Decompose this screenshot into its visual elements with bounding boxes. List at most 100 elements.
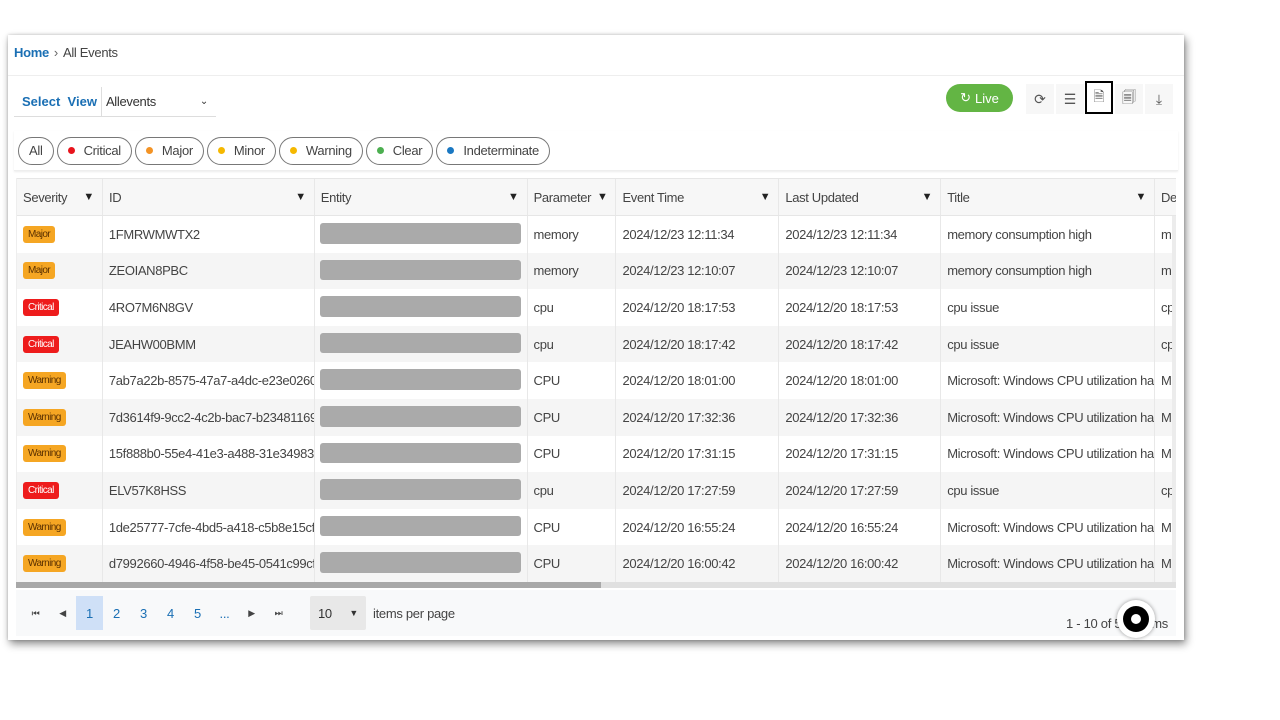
cell-entity bbox=[315, 398, 528, 436]
filter-icon[interactable]: ▼ bbox=[760, 191, 771, 203]
table-row[interactable]: Major ZEOIAN8PBC memory 2024/12/23 12:10:07… bbox=[17, 252, 1176, 290]
cell-severity: Warning bbox=[17, 508, 103, 546]
view-dropdown[interactable]: Allevents ⌄ bbox=[100, 86, 216, 117]
cell-parameter: cpu bbox=[528, 289, 617, 326]
pagination-summary: 1 - 10 of 5 ms bbox=[1066, 600, 1168, 642]
divider bbox=[8, 75, 1184, 76]
cell-text: M bbox=[1161, 556, 1172, 572]
list-icon[interactable]: ☰ bbox=[1056, 84, 1084, 114]
cell-text: cpu issue bbox=[947, 482, 999, 498]
filter-icon[interactable]: ▼ bbox=[83, 191, 94, 203]
cell-severity: Warning bbox=[17, 398, 103, 436]
horizontal-scrollbar[interactable] bbox=[16, 582, 1176, 588]
cell-text: ZEOIAN8PBC bbox=[108, 263, 188, 279]
page-3[interactable]: 3 bbox=[130, 596, 157, 630]
filter-chip-major[interactable]: Major bbox=[134, 136, 204, 165]
table-row[interactable]: Major 1FMRWMWTX2 memory 2024/12/23 12:11:34… bbox=[17, 216, 1176, 253]
cell-id: 1de25777-7cfe-4bd5-a418-c5b8e15cf... bbox=[103, 508, 315, 546]
column-header-last-updated[interactable]: Last Updated ▼ bbox=[779, 179, 942, 215]
redacted-entity bbox=[319, 332, 521, 354]
column-header-event-time[interactable]: Event Time ▼ bbox=[616, 179, 780, 215]
cell-text: memory consumption high bbox=[947, 263, 1092, 279]
filter-icon[interactable]: ▼ bbox=[508, 191, 519, 203]
caret-down-icon: ▼ bbox=[349, 608, 358, 618]
page-1[interactable]: 1 bbox=[76, 596, 103, 630]
cell-id: ELV57K8HSS bbox=[103, 472, 315, 509]
redacted-entity bbox=[319, 479, 521, 500]
filter-chip-warning[interactable]: Warning bbox=[278, 136, 363, 165]
filter-icon[interactable]: ▼ bbox=[922, 191, 933, 203]
table-row[interactable]: Critical ELV57K8HSS cpu 2024/12/20 17:27:59… bbox=[17, 472, 1176, 509]
column-header-title[interactable]: Title ▼ bbox=[941, 179, 1156, 215]
filter-chip-all[interactable]: All bbox=[18, 136, 54, 165]
table-row[interactable]: Warning 15f888b0-55e4-41e3-a488-31e34983.… bbox=[17, 435, 1176, 473]
live-button[interactable]: ↻ Live bbox=[946, 84, 1013, 112]
table-row[interactable]: Warning d7992660-4946-4f58-be45-0541c99cf… bbox=[17, 545, 1176, 582]
cell-entity bbox=[315, 289, 528, 326]
export-file-icon[interactable]: 🗎 bbox=[1085, 81, 1113, 114]
brand-logo-icon bbox=[1117, 600, 1156, 638]
table-row[interactable]: Critical JEAHW00BMM cpu 2024/12/20 18:17:42… bbox=[17, 325, 1176, 363]
cell-text: 2024/12/20 17:32:36 bbox=[785, 409, 898, 425]
filter-icon[interactable]: ▼ bbox=[295, 191, 306, 203]
cell-severity: Critical bbox=[17, 289, 103, 326]
severity-badge: Warning bbox=[23, 408, 66, 426]
pagination: ⏮ ◀ 1 2 3 4 5... ▶ ⏭ 10 ▼ items per page 1 - … bbox=[16, 590, 1176, 638]
column-header-de[interactable]: De bbox=[1155, 179, 1176, 215]
filter-chip-label: All bbox=[29, 143, 43, 158]
cell-entity bbox=[315, 325, 528, 363]
cell-entity bbox=[315, 508, 528, 546]
last-page-icon[interactable]: ⏭ bbox=[265, 596, 292, 630]
cell-id: 7ab7a22b-8575-47a7-a4dc-e23e0260... bbox=[103, 362, 315, 399]
column-header-entity[interactable]: Entity ▼ bbox=[315, 179, 528, 215]
cell-text: Microsoft: Windows CPU utilization ha... bbox=[947, 556, 1155, 572]
cell-entity bbox=[315, 545, 528, 582]
table-row[interactable]: Warning 7d3614f9-9cc2-4c2b-bac7-b23481169… bbox=[17, 398, 1176, 436]
page-more[interactable]: ... bbox=[211, 596, 238, 630]
column-header-id[interactable]: ID ▼ bbox=[103, 179, 315, 215]
column-header-parameter[interactable]: Parameter ▼ bbox=[528, 179, 617, 215]
filter-chip-minor[interactable]: Minor bbox=[206, 136, 276, 165]
first-page-icon[interactable]: ⏮ bbox=[22, 596, 49, 630]
filter-icon[interactable]: ▼ bbox=[597, 191, 608, 203]
column-header-severity[interactable]: Severity ▼ bbox=[17, 179, 103, 215]
scrollbar-thumb[interactable] bbox=[16, 582, 601, 588]
filter-chip-indeterminate[interactable]: Indeterminate bbox=[436, 136, 550, 165]
page-4[interactable]: 4 bbox=[157, 596, 184, 630]
cell-event_time: 2024/12/20 17:31:15 bbox=[616, 435, 780, 473]
table-row[interactable]: Critical 4RO7M6N8GV cpu 2024/12/20 18:17:53… bbox=[17, 289, 1176, 326]
next-page-icon[interactable]: ▶ bbox=[238, 596, 265, 630]
table-row[interactable]: Warning 1de25777-7cfe-4bd5-a418-c5b8e15cf… bbox=[17, 508, 1176, 546]
breadcrumb-home-link[interactable]: Home bbox=[14, 45, 49, 60]
cell-severity: Warning bbox=[17, 545, 103, 582]
live-label: Live bbox=[975, 90, 999, 106]
filter-chip-clear[interactable]: Clear bbox=[365, 136, 434, 165]
filter-chip-critical[interactable]: Critical bbox=[56, 136, 132, 165]
page-size-select[interactable]: 10 ▼ bbox=[310, 596, 366, 630]
cell-entity bbox=[315, 252, 528, 290]
severity-dot-icon bbox=[447, 147, 455, 154]
vertical-scrollbar[interactable] bbox=[1172, 216, 1176, 582]
cell-text: 2024/12/20 18:17:42 bbox=[622, 336, 736, 352]
view-dropdown-value: Allevents bbox=[105, 94, 156, 109]
page-2[interactable]: 2 bbox=[103, 596, 130, 630]
table-row[interactable]: Warning 7ab7a22b-8575-47a7-a4dc-e23e0260.… bbox=[17, 362, 1176, 399]
page-size-value: 10 bbox=[318, 605, 332, 621]
breadcrumb-current: All Events bbox=[62, 45, 118, 60]
cell-severity: Warning bbox=[17, 362, 103, 399]
severity-badge: Major bbox=[23, 262, 56, 280]
cell-event_time: 2024/12/20 17:27:59 bbox=[616, 472, 780, 509]
page-5[interactable]: 5 bbox=[184, 596, 211, 630]
filter-icon[interactable]: ▼ bbox=[1135, 191, 1146, 203]
cell-text: memory consumption high bbox=[947, 226, 1092, 242]
prev-page-icon[interactable]: ◀ bbox=[49, 596, 76, 630]
cell-text: 15f888b0-55e4-41e3-a488-31e34983... bbox=[108, 446, 315, 462]
refresh-icon[interactable]: ⟳ bbox=[1026, 84, 1054, 114]
cell-text: cpu bbox=[533, 482, 554, 498]
cell-last_updated: 2024/12/20 18:01:00 bbox=[779, 362, 942, 399]
cell-severity: Major bbox=[17, 252, 103, 290]
download-icon[interactable]: ⤓ bbox=[1145, 84, 1173, 114]
cell-parameter: CPU bbox=[528, 435, 617, 473]
report-icon[interactable]: 🗐 bbox=[1115, 84, 1143, 114]
cell-text: CPU bbox=[533, 519, 561, 535]
